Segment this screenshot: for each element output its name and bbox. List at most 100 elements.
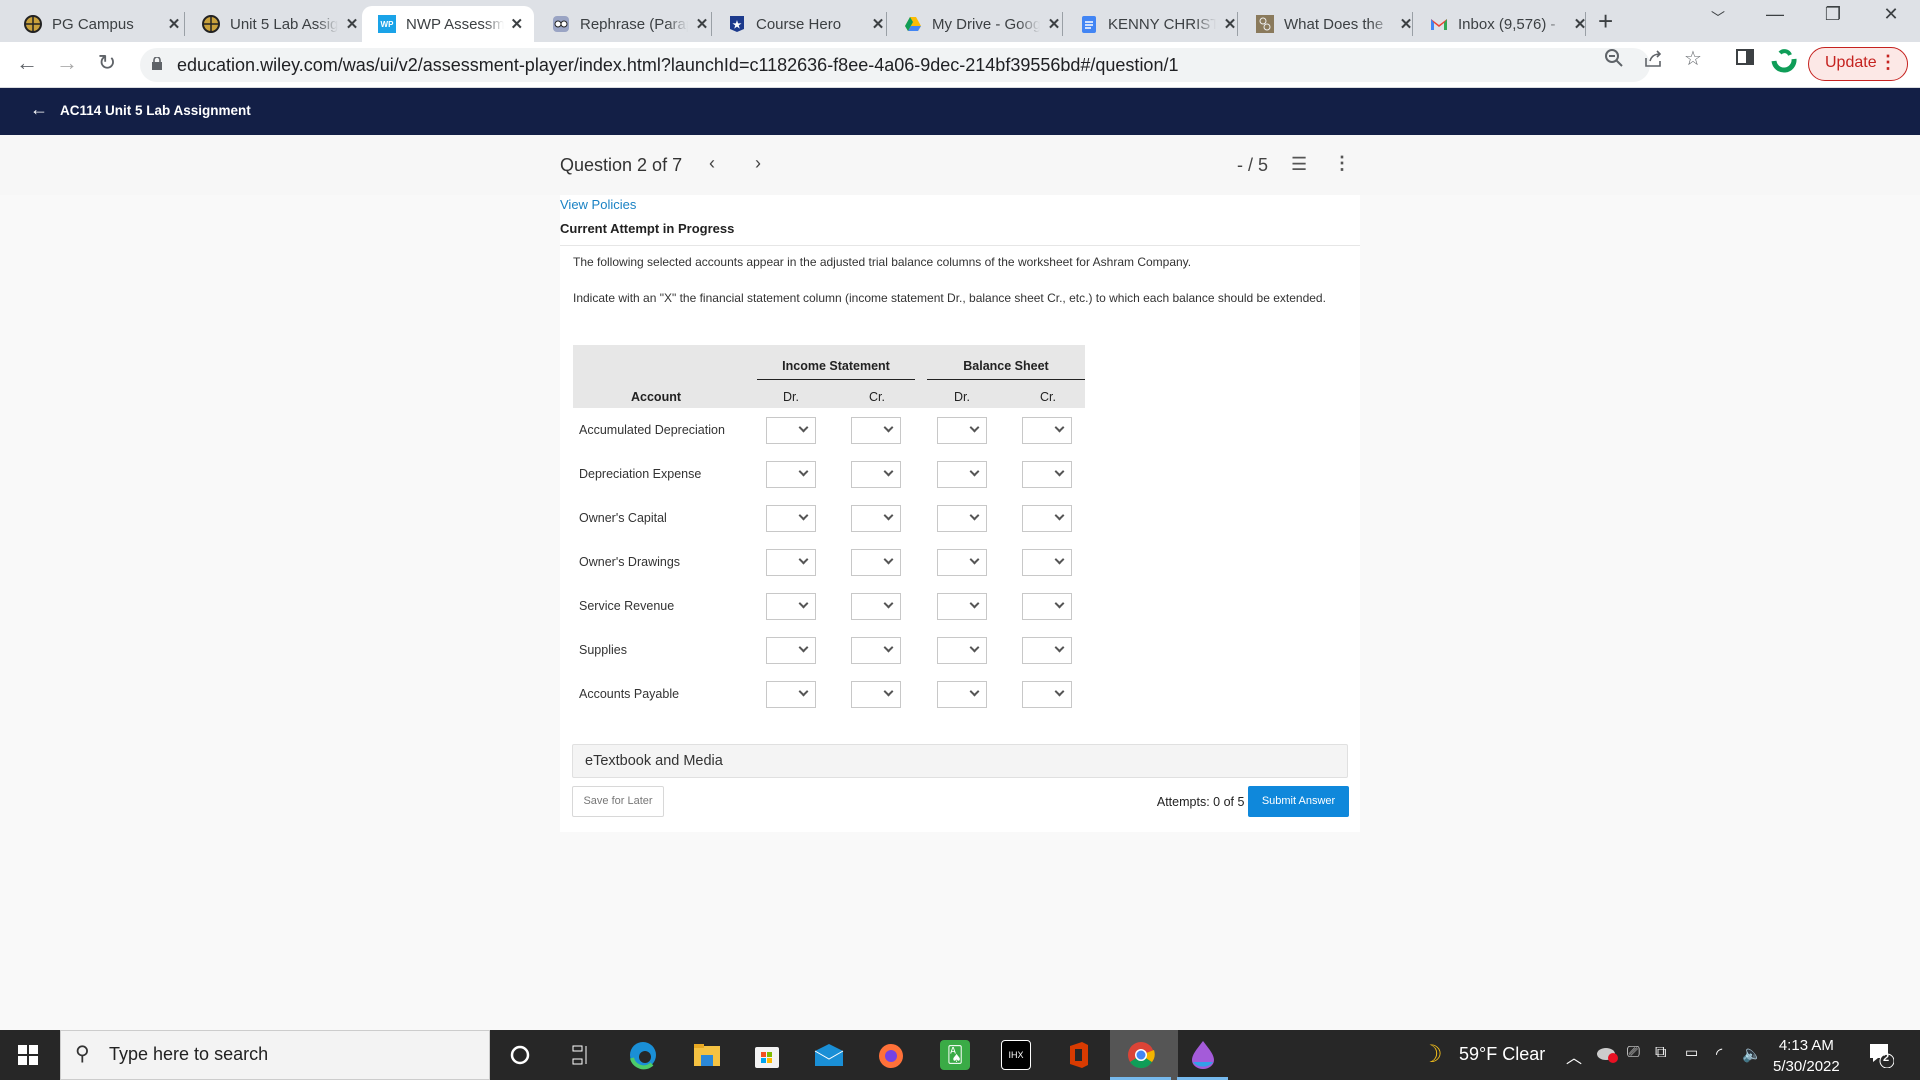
reload-button[interactable]: ↻	[92, 50, 122, 76]
display-sync-icon[interactable]: ⧉	[1655, 1044, 1666, 1062]
income-statement-debit-select[interactable]	[766, 549, 816, 576]
weather-moon-icon[interactable]: ☽	[1421, 1040, 1443, 1069]
solitaire-icon[interactable]: 🂡	[940, 1040, 970, 1070]
view-policies-link[interactable]: View Policies	[560, 197, 636, 212]
volume-icon[interactable]: 🔈	[1742, 1044, 1762, 1064]
tab-course-hero[interactable]: ★ Course Hero ✕	[712, 6, 896, 42]
back-arrow-icon[interactable]: ←	[30, 99, 48, 120]
balance-sheet-credit-select[interactable]	[1022, 681, 1072, 708]
wifi-icon[interactable]: ◜	[1716, 1044, 1722, 1064]
balance-sheet-credit-select[interactable]	[1022, 637, 1072, 664]
notification-center-icon[interactable]: 2	[1868, 1042, 1895, 1069]
cortana-icon[interactable]	[505, 1040, 535, 1070]
income-statement-credit-select[interactable]	[851, 549, 901, 576]
zoom-out-icon[interactable]	[1604, 48, 1624, 73]
laptop-app-icon[interactable]: IHX	[1001, 1040, 1031, 1070]
tab-rephrase[interactable]: Rephrase (Paraphrase ✕	[536, 6, 720, 42]
tab-what-does-the[interactable]: What Does the ✕	[1240, 6, 1424, 42]
close-tab-icon[interactable]: ✕	[510, 15, 524, 33]
firefox-icon[interactable]	[876, 1040, 906, 1070]
update-button[interactable]: Update ⋮	[1808, 47, 1908, 81]
income-statement-credit-select[interactable]	[851, 417, 901, 444]
close-tab-icon[interactable]: ✕	[344, 15, 360, 33]
balance-sheet-debit-select[interactable]	[937, 549, 987, 576]
file-explorer-icon[interactable]	[692, 1040, 722, 1070]
more-options-icon[interactable]: ⋮	[1333, 153, 1351, 174]
share-icon[interactable]	[1644, 48, 1664, 73]
mail-icon[interactable]	[814, 1040, 844, 1070]
balance-sheet-debit-select[interactable]	[937, 681, 987, 708]
tab-separator	[1062, 12, 1063, 36]
forward-button[interactable]: →	[52, 50, 82, 76]
chrome-menu-icon[interactable]: ⋮	[1879, 52, 1897, 73]
balance-sheet-credit-select[interactable]	[1022, 461, 1072, 488]
tab-google-docs[interactable]: KENNY CHRISTIAN ✕	[1064, 6, 1248, 42]
side-panel-icon[interactable]	[1736, 48, 1754, 71]
office-icon[interactable]	[1063, 1040, 1093, 1070]
balance-sheet-debit-select[interactable]	[937, 461, 987, 488]
onedrive-error-icon[interactable]	[1595, 1044, 1619, 1069]
account-label: Supplies	[579, 643, 627, 657]
balance-sheet-debit-select[interactable]	[937, 417, 987, 444]
pg-campus-globe-icon	[202, 15, 220, 33]
income-statement-debit-select[interactable]	[766, 505, 816, 532]
taskbar-search-box[interactable]: ⚲ Type here to search	[60, 1030, 490, 1080]
minimize-button[interactable]: —	[1752, 4, 1798, 25]
balance-sheet-credit-select[interactable]	[1022, 549, 1072, 576]
income-statement-credit-select[interactable]	[851, 681, 901, 708]
close-tab-icon[interactable]: ✕	[694, 15, 710, 33]
close-tab-icon[interactable]: ✕	[166, 15, 182, 33]
restore-button[interactable]: ❐	[1810, 4, 1856, 25]
balance-sheet-debit-select[interactable]	[937, 637, 987, 664]
paint-app-icon[interactable]	[1188, 1040, 1218, 1070]
chrome-icon[interactable]	[1126, 1040, 1156, 1070]
balance-sheet-debit-select[interactable]	[937, 505, 987, 532]
income-statement-credit-select[interactable]	[851, 461, 901, 488]
previous-question-button[interactable]: ‹	[709, 153, 715, 174]
tab-gmail-inbox[interactable]: Inbox (9,576) - ✕	[1414, 6, 1598, 42]
income-statement-credit-select[interactable]	[851, 593, 901, 620]
income-statement-credit-select[interactable]	[851, 637, 901, 664]
income-statement-debit-select[interactable]	[766, 681, 816, 708]
windows-start-button[interactable]	[18, 1045, 38, 1065]
url-text[interactable]: education.wiley.com/was/ui/v2/assessment…	[177, 55, 1178, 76]
income-statement-debit-select[interactable]	[766, 461, 816, 488]
tab-search-chevron-icon[interactable]: ﹀	[1695, 8, 1741, 28]
back-button[interactable]: ←	[12, 50, 42, 76]
tab-pg-campus[interactable]: PG Campus ✕	[8, 6, 192, 42]
show-hidden-icons-chevron[interactable]: ︿	[1566, 1044, 1582, 1068]
bookmark-star-icon[interactable]: ☆	[1684, 46, 1702, 71]
tab-google-drive[interactable]: My Drive - Google Drive ✕	[888, 6, 1072, 42]
income-statement-debit-select[interactable]	[766, 637, 816, 664]
profile-extension-icon[interactable]	[1770, 45, 1798, 78]
system-clock[interactable]: 4:13 AM 5/30/2022	[1773, 1035, 1840, 1077]
income-statement-debit-select[interactable]	[766, 417, 816, 444]
balance-sheet-debit-select[interactable]	[937, 593, 987, 620]
close-tab-icon[interactable]: ✕	[1046, 15, 1062, 33]
chevron-down-icon	[969, 466, 980, 477]
balance-sheet-credit-select[interactable]	[1022, 505, 1072, 532]
income-statement-debit-select[interactable]	[766, 593, 816, 620]
close-window-button[interactable]: ✕	[1868, 4, 1914, 25]
new-tab-button[interactable]: +	[1598, 6, 1613, 37]
close-tab-icon[interactable]: ✕	[870, 15, 886, 33]
meet-now-icon[interactable]: ⎚	[1627, 1044, 1640, 1062]
tab-nwp-assessment[interactable]: WP NWP Assessment ✕	[362, 6, 534, 42]
microsoft-store-icon[interactable]	[752, 1040, 782, 1070]
question-list-icon[interactable]: ☰	[1291, 154, 1307, 175]
battery-icon[interactable]: ▭	[1685, 1044, 1698, 1061]
next-question-button[interactable]: ›	[755, 153, 761, 174]
edge-browser-icon[interactable]	[628, 1040, 658, 1070]
tab-unit5-lab[interactable]: Unit 5 Lab Assignment ✕	[186, 6, 370, 42]
income-statement-credit-select[interactable]	[851, 505, 901, 532]
submit-answer-button[interactable]: Submit Answer	[1248, 786, 1349, 817]
balance-sheet-credit-select[interactable]	[1022, 417, 1072, 444]
address-bar[interactable]: education.wiley.com/was/ui/v2/assessment…	[140, 48, 1650, 82]
task-view-icon[interactable]	[566, 1040, 596, 1070]
save-for-later-button[interactable]: Save for Later	[572, 786, 664, 817]
etextbook-media-toggle[interactable]: eTextbook and Media	[572, 744, 1348, 778]
weather-text[interactable]: 59°F Clear	[1459, 1044, 1545, 1065]
assignment-title[interactable]: AC114 Unit 5 Lab Assignment	[60, 103, 251, 118]
close-tab-icon[interactable]: ✕	[1222, 15, 1238, 33]
balance-sheet-credit-select[interactable]	[1022, 593, 1072, 620]
